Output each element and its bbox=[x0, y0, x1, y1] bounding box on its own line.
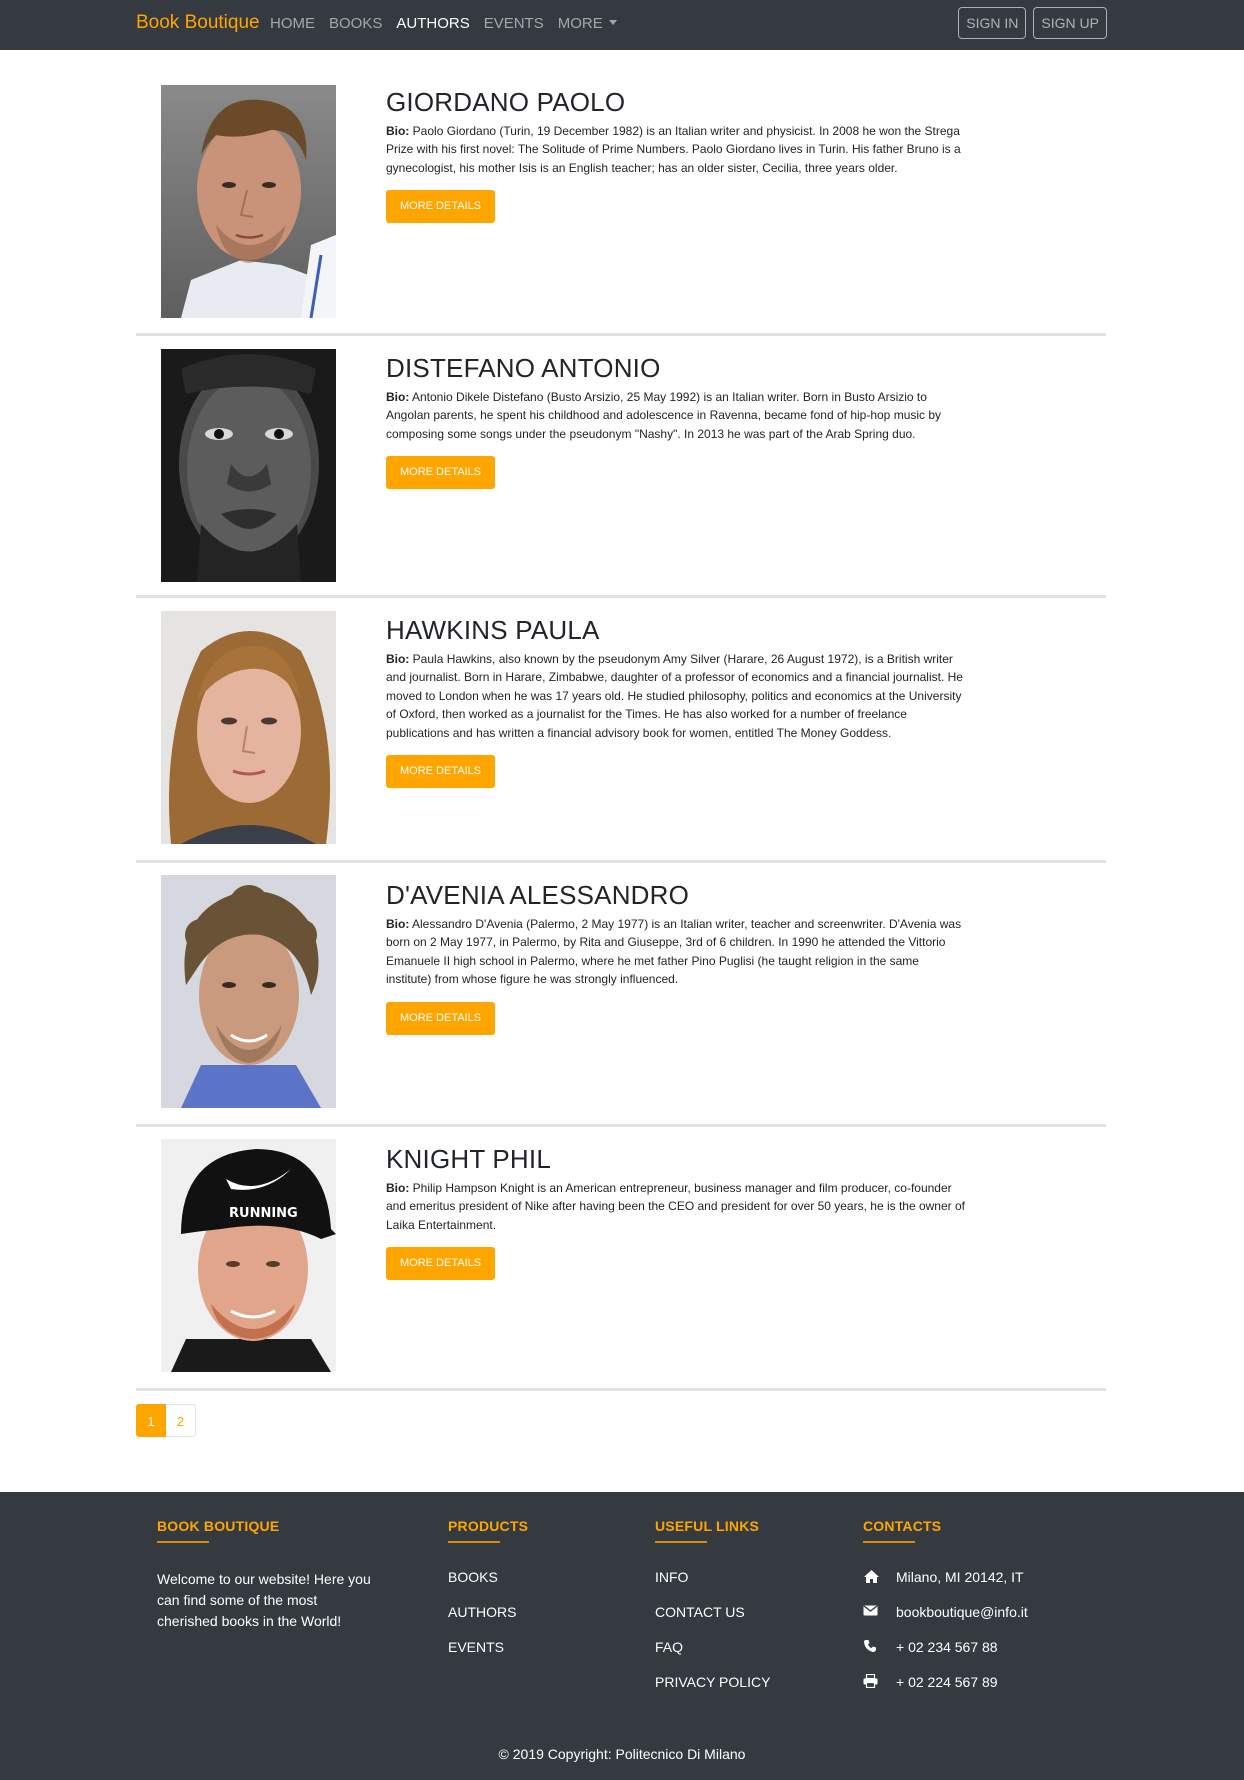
chevron-down-icon bbox=[608, 20, 617, 25]
more-details-button[interactable]: MORE DETAILS bbox=[386, 755, 496, 789]
contact-phone-text: + 02 234 567 88 bbox=[896, 1639, 998, 1655]
nav-authors[interactable]: AUTHORS bbox=[396, 15, 469, 32]
author-info: HAWKINS PAULA Bio: Paula Hawkins, also k… bbox=[386, 615, 966, 789]
footer-link-authors[interactable]: AUTHORS bbox=[448, 1604, 516, 1620]
contact-fax: + 02 224 567 89 bbox=[863, 1674, 1093, 1709]
footer-contacts-title: CONTACTS bbox=[863, 1518, 942, 1534]
author-info: KNIGHT PHIL Bio: Philip Hampson Knight i… bbox=[386, 1144, 966, 1281]
bio-label: Bio: bbox=[386, 652, 410, 666]
contact-address-text: Milano, MI 20142, IT bbox=[896, 1569, 1024, 1585]
author-info: DISTEFANO ANTONIO Bio: Antonio Dikele Di… bbox=[386, 353, 966, 490]
author-card: HAWKINS PAULA Bio: Paula Hawkins, also k… bbox=[136, 598, 1106, 863]
footer-about-text: Welcome to our website! Here you can fin… bbox=[157, 1571, 371, 1629]
navbar: Book Boutique HOME BOOKS AUTHORS EVENTS … bbox=[0, 0, 1244, 50]
author-bio: Bio: Alessandro D'Avenia (Palermo, 2 May… bbox=[386, 915, 966, 989]
more-details-button[interactable]: MORE DETAILS bbox=[386, 1001, 496, 1035]
bio-label: Bio: bbox=[386, 390, 410, 404]
author-photo bbox=[161, 85, 336, 318]
nav-more-dropdown[interactable]: MORE bbox=[558, 15, 617, 32]
footer-products: PRODUCTS BOOKS AUTHORS EVENTS bbox=[448, 1518, 628, 1674]
footer-contacts: CONTACTS Milano, MI 20142, IT bookboutiq… bbox=[863, 1518, 1093, 1709]
author-card: RUNNING KNIGHT PHIL Bio: Philip Hampson … bbox=[136, 1127, 1106, 1391]
sign-in-button[interactable]: SIGN IN bbox=[958, 7, 1027, 39]
contact-email: bookboutique@info.it bbox=[863, 1604, 1093, 1639]
cap-text: RUNNING bbox=[229, 1206, 298, 1221]
footer-links-title: USEFUL LINKS bbox=[655, 1518, 760, 1534]
nav-books[interactable]: BOOKS bbox=[329, 15, 382, 32]
bio-label: Bio: bbox=[386, 917, 410, 931]
footer-link-info[interactable]: INFO bbox=[655, 1569, 688, 1585]
footer-divider bbox=[157, 1541, 209, 1543]
author-name: GIORDANO PAOLO bbox=[386, 87, 626, 117]
footer: BOOK BOUTIQUE Welcome to our website! He… bbox=[0, 1492, 1244, 1780]
author-photo bbox=[161, 611, 336, 844]
footer-link-events[interactable]: EVENTS bbox=[448, 1639, 504, 1655]
footer-link-contact-us[interactable]: CONTACT US bbox=[655, 1604, 745, 1620]
author-info: D'AVENIA ALESSANDRO Bio: Alessandro D'Av… bbox=[386, 880, 966, 1035]
pagination: 1 2 bbox=[136, 1404, 196, 1437]
auth-buttons: SIGN IN SIGN UP bbox=[958, 7, 1107, 39]
footer-divider bbox=[655, 1541, 707, 1543]
author-name: HAWKINS PAULA bbox=[386, 615, 600, 645]
copyright: © 2019 Copyright: Politecnico Di Milano bbox=[498, 1746, 746, 1762]
bio-text: Paula Hawkins, also known by the pseudon… bbox=[386, 652, 963, 740]
footer-useful-links: USEFUL LINKS INFO CONTACT US FAQ PRIVACY… bbox=[655, 1518, 835, 1709]
author-card: DISTEFANO ANTONIO Bio: Antonio Dikele Di… bbox=[136, 336, 1106, 598]
footer-link-privacy-policy[interactable]: PRIVACY POLICY bbox=[655, 1674, 770, 1690]
author-photo bbox=[161, 349, 336, 582]
author-card: D'AVENIA ALESSANDRO Bio: Alessandro D'Av… bbox=[136, 863, 1106, 1127]
bio-text: Alessandro D'Avenia (Palermo, 2 May 1977… bbox=[386, 917, 962, 987]
contact-phone: + 02 234 567 88 bbox=[863, 1639, 1093, 1674]
page-2[interactable]: 2 bbox=[166, 1404, 196, 1437]
printer-icon bbox=[863, 1674, 896, 1691]
envelope-icon bbox=[863, 1604, 896, 1621]
author-bio: Bio: Paolo Giordano (Turin, 19 December … bbox=[386, 122, 966, 177]
author-name: KNIGHT PHIL bbox=[386, 1144, 551, 1174]
footer-divider bbox=[863, 1541, 915, 1543]
bio-text: Antonio Dikele Distefano (Busto Arsizio,… bbox=[386, 390, 942, 441]
author-photo: RUNNING bbox=[161, 1139, 336, 1372]
author-bio: Bio: Paula Hawkins, also known by the ps… bbox=[386, 650, 966, 742]
bio-text: Paolo Giordano (Turin, 19 December 1982)… bbox=[386, 124, 961, 175]
home-icon bbox=[863, 1569, 896, 1586]
bio-label: Bio: bbox=[386, 124, 410, 138]
footer-divider bbox=[448, 1541, 500, 1543]
phone-icon bbox=[863, 1639, 896, 1656]
contact-email-text: bookboutique@info.it bbox=[896, 1604, 1028, 1620]
nav-more-label: MORE bbox=[557, 15, 603, 32]
bio-label: Bio: bbox=[386, 1181, 410, 1195]
bio-text: Philip Hampson Knight is an American ent… bbox=[386, 1181, 965, 1232]
author-name: D'AVENIA ALESSANDRO bbox=[386, 880, 690, 910]
nav-home[interactable]: HOME bbox=[270, 15, 315, 32]
footer-about-title: BOOK BOUTIQUE bbox=[157, 1518, 280, 1534]
nav-events[interactable]: EVENTS bbox=[484, 15, 544, 32]
author-bio: Bio: Antonio Dikele Distefano (Busto Ars… bbox=[386, 388, 966, 443]
brand-logo[interactable]: Book Boutique bbox=[136, 12, 260, 34]
author-info: GIORDANO PAOLO Bio: Paolo Giordano (Turi… bbox=[386, 87, 966, 224]
footer-link-faq[interactable]: FAQ bbox=[655, 1639, 683, 1655]
page-1[interactable]: 1 bbox=[136, 1404, 166, 1437]
author-name: DISTEFANO ANTONIO bbox=[386, 353, 661, 383]
footer-products-title: PRODUCTS bbox=[448, 1518, 529, 1534]
contact-address: Milano, MI 20142, IT bbox=[863, 1569, 1093, 1604]
more-details-button[interactable]: MORE DETAILS bbox=[386, 456, 496, 490]
more-details-button[interactable]: MORE DETAILS bbox=[386, 190, 496, 224]
main-nav: HOME BOOKS AUTHORS EVENTS MORE bbox=[270, 15, 631, 32]
footer-about: BOOK BOUTIQUE Welcome to our website! He… bbox=[157, 1518, 377, 1632]
author-bio: Bio: Philip Hampson Knight is an America… bbox=[386, 1179, 966, 1234]
footer-link-books[interactable]: BOOKS bbox=[448, 1569, 498, 1585]
sign-up-button[interactable]: SIGN UP bbox=[1033, 7, 1107, 39]
author-card: GIORDANO PAOLO Bio: Paolo Giordano (Turi… bbox=[136, 50, 1106, 336]
author-photo bbox=[161, 875, 336, 1108]
contact-fax-text: + 02 224 567 89 bbox=[896, 1674, 998, 1690]
more-details-button[interactable]: MORE DETAILS bbox=[386, 1247, 496, 1281]
